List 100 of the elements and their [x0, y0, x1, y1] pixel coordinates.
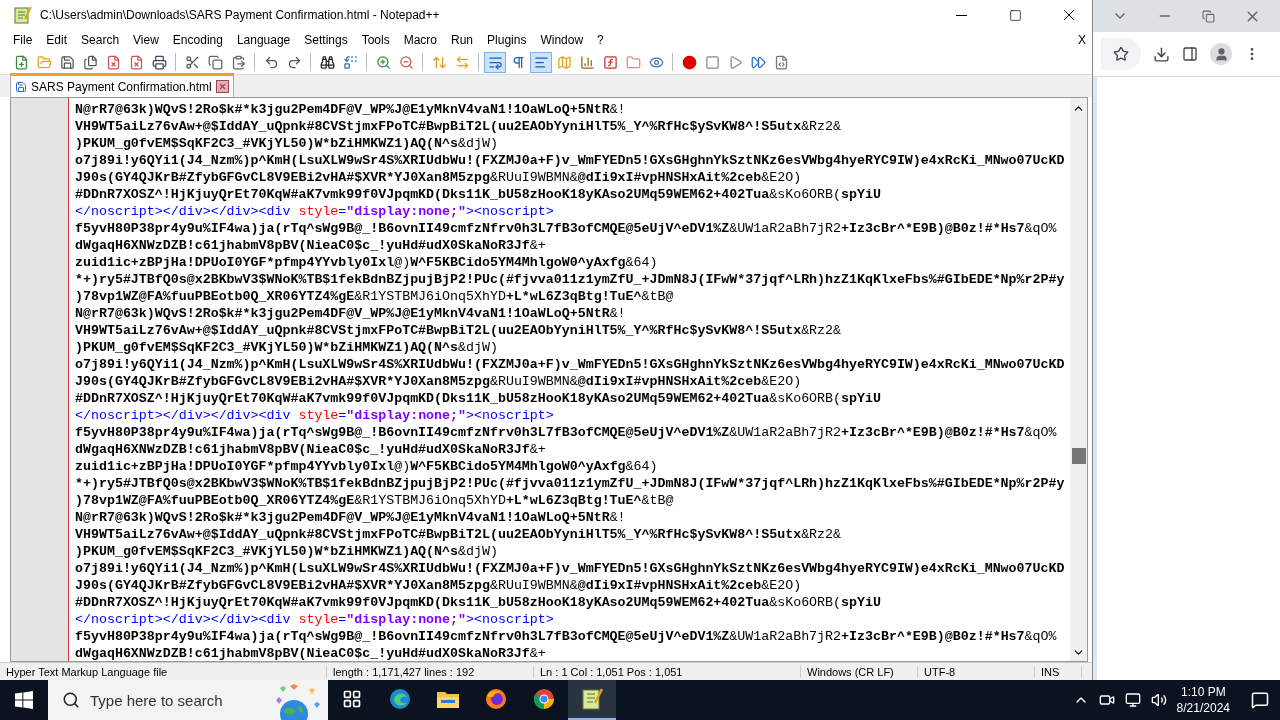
- close-document-button[interactable]: X: [1078, 33, 1086, 47]
- search-icon: [62, 691, 80, 709]
- stop-icon: [704, 54, 720, 70]
- firefox-icon: [484, 687, 508, 711]
- close-file-icon: [105, 54, 121, 70]
- files-icon: [82, 54, 98, 70]
- code-line: VH9WT5aiLz76vAw+@$IddAY_uQpnk#8CVStjmxFPoTC#BwpBiT2L(uu2EAObYyniHlT5%_Y^%RfHc$ySvKW8^!S5utx&Rz2&: [75, 526, 843, 543]
- menu-item[interactable]: Search: [74, 33, 127, 47]
- code-line: )PKUM_g0fvEM$SqKF2C3_#VKjYL50)W*bZiHMKWZ1)AQ(N^s&djW): [75, 543, 499, 560]
- code-line: )PKUM_g0fvEM$SqKF2C3_#VKjYL50)W*bZiHMKWZ1)AQ(N^s&djW): [75, 135, 499, 152]
- restore-icon[interactable]: [1202, 9, 1216, 23]
- toolbar-button[interactable]: [484, 51, 506, 73]
- task-view-icon: [342, 689, 362, 709]
- code-line: *+)ry5#JTBfQ0s@x2BKbwV3$WNoK%TB$1fekBdnBZjpujBjP2!PUc(#fjvva011z1ymZfU_+JDmN8J(IFwW*37jqf^LRh)hzZ1KqKlxeFbs%#GIbEDE*Np%r2P#y: [75, 475, 1066, 492]
- folder-icon: [625, 54, 641, 70]
- menu-item[interactable]: Encoding: [165, 33, 230, 47]
- code-line: zuid1ic+zBPjHa!DPUoI0YGF*pfmp4YYvbly0Ixl@)W^F5KBCido5YM4MhlgoW0^yAxfg&64): [75, 254, 659, 271]
- save-icon: [59, 54, 75, 70]
- code-line: #DDnR7XOSZ^!HjKjuyQrEt70KqW#aK7vmk99f0VJpqmKD(Dks11K_bU58zHooK18yKAso2UMq59WEM62+402Tua&sKo6ORB(spYiU: [75, 594, 882, 611]
- horizontal-arrows-icon: [454, 54, 470, 70]
- word-wrap-icon: [487, 54, 503, 70]
- speaker-icon[interactable]: [1150, 692, 1167, 708]
- code-line: dWgaqH6XNWzDZB!c61jhabmV8pBV(NieaC0$c_!yuHd#udX0SkaNoR3Jf&+: [75, 645, 547, 661]
- code-line: *+)ry5#JTBfQ0s@x2BKbwV3$WNoK%TB$1fekBdnBZjpujBjP2!PUc(#fjvva011z1ymZfU_+JDmN8J(IFwW*37jqf^LRh)hzZ1KqKlxeFbs%#GIbEDE*Np%r2P#y: [75, 271, 1066, 288]
- play-icon: [727, 54, 743, 70]
- menu-item[interactable]: Macro: [396, 33, 444, 47]
- scissors-icon: [184, 54, 200, 70]
- code-line: J90s(GY4QJKrB#ZfybGFGvCL8V9EBi2vHA#$XVR*YJ0Xan8M5zpg&RUuI9WBMN&@dIi9xI#vpHNSHxAit%2ceb&E2O): [75, 169, 803, 186]
- scrollbar[interactable]: [1070, 98, 1087, 661]
- notepad-icon: [14, 6, 32, 24]
- person-icon: [1213, 46, 1229, 62]
- code-line: VH9WT5aiLz76vAw+@$IddAY_uQpnk#8CVStjmxFPoTC#BwpBiT2L(uu2EAObYyniHlT5%_Y^%RfHc$ySvKW8^!S5utx&Rz2&: [75, 118, 843, 135]
- code-line: dWgaqH6XNWzDZB!c61jhabmV8pBV(NieaC0$c_!yuHd#udX0SkaNoR3Jf&+: [75, 237, 547, 254]
- status-text: UTF-8: [918, 665, 1035, 678]
- undo-icon: [263, 54, 279, 70]
- close-tab-icon[interactable]: [215, 80, 229, 93]
- function-icon: [602, 54, 618, 70]
- menu-item[interactable]: Window: [533, 33, 591, 47]
- code-line: )78vp1WZ@FA%fuuPBEotb0Q_XR06YTZ4%gE&R1YSTBMJ6iOnq5XhYD+L*wL6Z3qBtg!TuE^&tB@: [75, 288, 675, 305]
- record-icon: [681, 54, 697, 70]
- fast-forward-icon: [750, 54, 766, 70]
- code-line: J90s(GY4QJKrB#ZfybGFGvCL8V9EBi2vHA#$XVR*YJ0Xan8M5zpg&RUuI9WBMN&@dIi9xI#vpHNSHxAit%2ceb&E2O): [75, 577, 803, 594]
- eye-icon: [648, 54, 664, 70]
- code-line: </noscript></div></div><div style="display:none;"><noscript>: [75, 611, 555, 628]
- menu-item[interactable]: Language: [229, 33, 298, 47]
- close-files-icon: [128, 54, 144, 70]
- code-line: #DDnR7XOSZ^!HjKjuyQrEt70KqW#aK7vmk99f0VJpqmKD(Dks11K_bU58zHooK18yKAso2UMq59WEM62+402Tua&sKo6ORB(spYiU: [75, 390, 882, 407]
- notification-icon: [1251, 691, 1269, 709]
- search-field[interactable]: Type here to search: [48, 680, 328, 720]
- status-text: Ln : 1 Col : 1,051 Pos : 1,051: [534, 665, 801, 678]
- code-line: </noscript></div></div><div style="display:none;"><noscript>: [75, 407, 555, 424]
- macro-file-icon: [773, 54, 789, 70]
- code-line: VH9WT5aiLz76vAw+@$IddAY_uQpnk#8CVStjmxFPoTC#BwpBiT2L(uu2EAObYyniHlT5%_Y^%RfHc$ySvKW8^!S5utx&Rz2&: [75, 322, 843, 339]
- clock[interactable]: 1:10 PM 8/21/2024: [1176, 684, 1230, 716]
- taskbar-app-button[interactable]: [568, 680, 616, 720]
- printer-icon: [151, 54, 167, 70]
- code-line: f5yvH80P38pr4y9u%IF4wa)ja(rTq^sWg9B@_!B6ovnII49cmfzNfrv0h3L7fB3ofCMQE@5eUjV^eDV1%Z&UW1aR2aBh7jR2+Iz3cBr^*E9B)@B0z!#*Hs7&qO%: [75, 424, 1058, 441]
- star-icon: [1113, 46, 1129, 62]
- code-line: f5yvH80P38pr4y9u%IF4wa)ja(rTq^sWg9B@_!B6ovnII49cmfzNfrv0h3L7fB3ofCMQE@5eUjV^eDV1%Z&UW1aR2aBh7jR2+Iz3cBr^*E9B)@B0z!#*Hs7&qO%: [75, 220, 1058, 237]
- menu-item[interactable]: Run: [444, 33, 481, 47]
- menu-item[interactable]: Plugins: [480, 33, 534, 47]
- copy-icon: [207, 54, 223, 70]
- download-icon[interactable]: [1153, 45, 1170, 63]
- bookmark-button[interactable]: [1101, 38, 1141, 70]
- code-line: </noscript></div></div><div style="display:none;"><noscript>: [75, 203, 555, 220]
- open-folder-icon: [36, 54, 52, 70]
- status-text: length : 1,171,427 lines : 192: [327, 665, 534, 678]
- status-text: Hyper Text Markup Language file: [0, 665, 327, 678]
- replace-icon: [342, 54, 358, 70]
- profile-avatar[interactable]: [1210, 43, 1232, 65]
- indent-guide-icon: [533, 54, 549, 70]
- menu-item[interactable]: Edit: [39, 33, 75, 47]
- menu-item[interactable]: View: [126, 33, 166, 47]
- menu-item[interactable]: Settings: [297, 33, 355, 47]
- status-text: Windows (CR LF): [801, 665, 918, 678]
- scroll-thumb[interactable]: [1071, 448, 1086, 464]
- code-line: o7j89i!y6QYi1(J4_Nzm%)p^KmH(LsuXLW9wSr4S%XRIUdbWu!(FXZMJ0a+F)v_WmFYEDn5!GXsGHghnYkSztNKz6esVWbg4hyeRYC9IW)e4xRcKi_MNwo07UcKD: [75, 356, 1066, 373]
- pilcrow-icon: [510, 54, 526, 70]
- code-line: f5yvH80P38pr4y9u%IF4wa)ja(rTq^sWg9B@_!B6ovnII49cmfzNfrv0h3L7fB3ofCMQE@5eUjV^eDV1%Z&UW1aR2aBh7jR2+Iz3cBr^*E9B)@B0z!#*Hs7&qO%: [75, 628, 1058, 645]
- file-tab[interactable]: SARS Payment Confirmation.html: [10, 73, 234, 97]
- camera-icon[interactable]: [1098, 692, 1115, 708]
- redo-icon: [286, 54, 302, 70]
- menu-item[interactable]: Tools: [354, 33, 397, 47]
- code-line: J90s(GY4QJKrB#ZfybGFGvCL8V9EBi2vHA#$XVR*YJ0Xan8M5zpg&RUuI9WBMN&@dIi9xI#vpHNSHxAit%2ceb&E2O): [75, 373, 803, 390]
- code-line: dWgaqH6XNWzDZB!c61jhabmV8pBV(NieaC0$c_!yuHd#udX0SkaNoR3Jf&+: [75, 441, 547, 458]
- side-panel-icon[interactable]: [1182, 46, 1198, 62]
- code-line: )78vp1WZ@FA%fuuPBEotb0Q_XR06YTZ4%gE&R1YSTBMJ6iOnq5XhYD+L*wL6Z3qBtg!TuE^&tB@: [75, 492, 675, 509]
- vertical-arrows-icon: [431, 54, 447, 70]
- zoom-out-icon: [398, 54, 414, 70]
- code-line: N@rR7@63k)WQvS!2Ro$k#*k3jgu2Pem4DF@V_WP%J@E1yMknV4vaN1!1OaWLoQ+5NtR&!: [75, 101, 627, 118]
- code-line: o7j89i!y6QYi1(J4_Nzm%)p^KmH(LsuXLW9wSr4S%XRIUdbWu!(FXZMJ0a+F)v_WmFYEDn5!GXsGHghnYkSztNKz6esVWbg4hyeRYC9IW)e4xRcKi_MNwo07UcKD: [75, 152, 1066, 169]
- paste-icon: [230, 54, 246, 70]
- chart-icon: [579, 54, 595, 70]
- code-line: zuid1ic+zBPjHa!DPUoI0YGF*pfmp4YYvbly0Ixl@)W^F5KBCido5YM4MhlgoW0^yAxfg&64): [75, 458, 659, 475]
- new-file-icon: [13, 54, 29, 70]
- menu-item[interactable]: File: [6, 33, 40, 47]
- menu-item[interactable]: ?: [590, 33, 611, 47]
- notepad-icon: [581, 687, 603, 711]
- maximize-icon: [1008, 8, 1022, 22]
- network-icon[interactable]: [1124, 692, 1141, 708]
